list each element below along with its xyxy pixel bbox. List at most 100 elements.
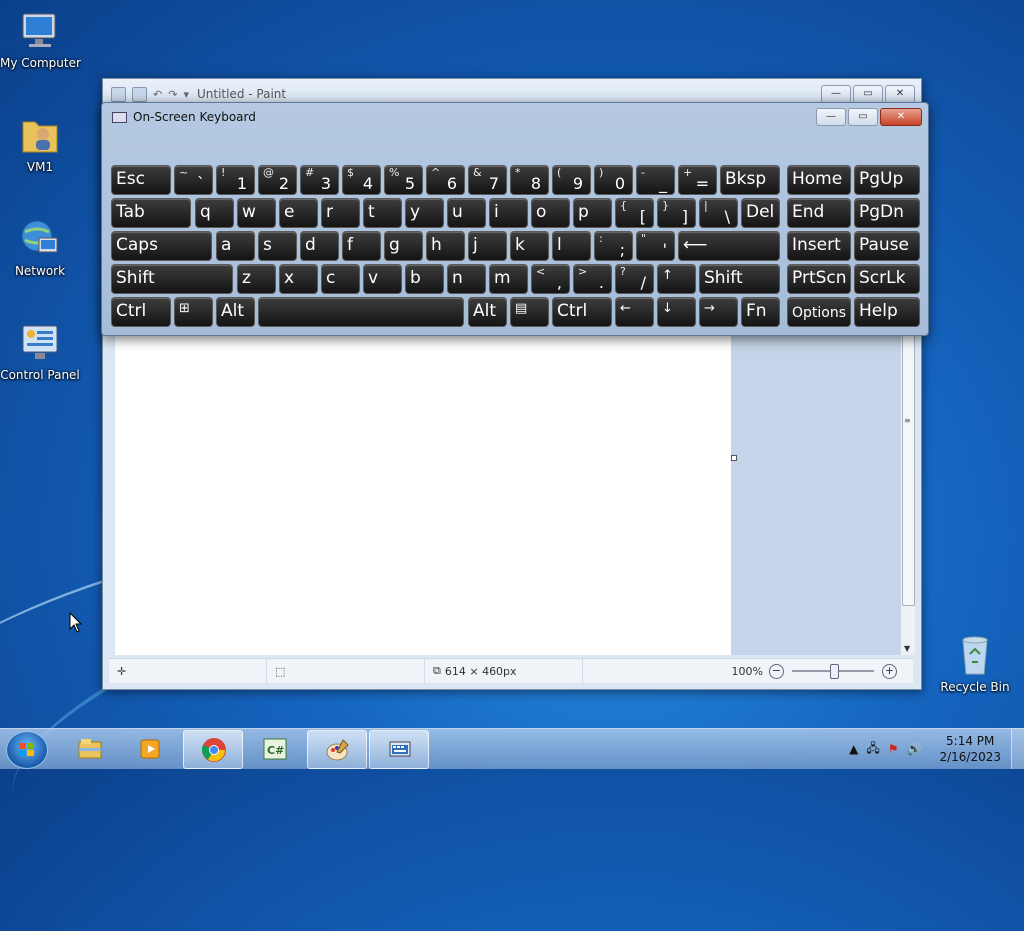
osk-key-8[interactable]: * 8	[510, 165, 549, 195]
osk-key-k3-8[interactable]: <,	[531, 264, 570, 294]
osk-key-g[interactable]: g	[384, 231, 423, 261]
osk-key-k4-5[interactable]: ▤	[510, 297, 549, 327]
osk-key-f[interactable]: f	[342, 231, 381, 261]
osk-close-button[interactable]: ✕	[880, 108, 922, 126]
network-status-icon[interactable]: 🖧	[866, 739, 879, 760]
osk-key-k1-13[interactable]: | \	[699, 198, 738, 228]
scrollbar-thumb[interactable]	[902, 334, 915, 606]
osk-key-3[interactable]: #3	[300, 165, 339, 195]
undo-icon[interactable]: ↶	[153, 88, 162, 101]
osk-key-4[interactable]: $4	[342, 165, 381, 195]
desktop-icon-vm1[interactable]: VM1	[0, 112, 80, 174]
osk-key-del[interactable]: Del	[741, 198, 780, 228]
osk-key-6[interactable]: ^ 6	[426, 165, 465, 195]
paint-close-button[interactable]: ✕	[885, 84, 915, 104]
osk-key-pgdn[interactable]: PgDn	[854, 198, 920, 228]
osk-key-ctrl[interactable]: Ctrl	[552, 297, 612, 327]
osk-key-k2-12[interactable]: ⟵	[678, 231, 780, 261]
vertical-scrollbar[interactable]: ≡ ▼	[900, 334, 915, 655]
osk-key-c[interactable]: c	[321, 264, 360, 294]
osk-key-pgup[interactable]: PgUp	[854, 165, 920, 195]
osk-key-k0-12[interactable]: - _	[636, 165, 675, 195]
osk-key-0[interactable]: ) 0	[594, 165, 633, 195]
osk-key-esc[interactable]: Esc	[111, 165, 171, 195]
osk-key-options[interactable]: Options	[787, 297, 851, 327]
osk-key-home[interactable]: Home	[787, 165, 851, 195]
osk-key-k0-1[interactable]: ~ `	[174, 165, 213, 195]
osk-key-k3-9[interactable]: >.	[573, 264, 612, 294]
desktop-icon-control-panel[interactable]: Control Panel	[0, 320, 80, 382]
clock[interactable]: 5:14 PM 2/16/2023	[939, 733, 1001, 765]
taskbar-chrome[interactable]	[183, 730, 243, 769]
osk-key-9[interactable]: (9	[552, 165, 591, 195]
osk-key-e[interactable]: e	[279, 198, 318, 228]
osk-key-shift[interactable]: Shift	[111, 264, 233, 294]
osk-key-7[interactable]: & 7	[468, 165, 507, 195]
osk-key-v[interactable]: v	[363, 264, 402, 294]
osk-key-p[interactable]: p	[573, 198, 612, 228]
zoom-slider[interactable]	[792, 664, 874, 679]
osk-key-prtscn[interactable]: PrtScn	[787, 264, 851, 294]
osk-key-insert[interactable]: Insert	[787, 231, 851, 261]
osk-key-q[interactable]: q	[195, 198, 234, 228]
osk-key-pause[interactable]: Pause	[854, 231, 920, 261]
customize-dropdown-icon[interactable]: ▾	[183, 88, 189, 101]
canvas-resize-handle[interactable]	[731, 455, 737, 461]
osk-key-fn[interactable]: Fn	[741, 297, 780, 327]
osk-key-scrlk[interactable]: ScrLk	[854, 264, 920, 294]
osk-key-k2-10[interactable]: :;	[594, 231, 633, 261]
redo-icon[interactable]: ↷	[168, 88, 177, 101]
zoom-in-button[interactable]: +	[882, 663, 897, 679]
osk-key-end[interactable]: End	[787, 198, 851, 228]
osk-key-y[interactable]: y	[405, 198, 444, 228]
taskbar-csharp[interactable]: C#	[245, 730, 303, 767]
osk-key-bksp[interactable]: Bksp	[720, 165, 780, 195]
osk-key-k3-10[interactable]: ? /	[615, 264, 654, 294]
osk-key-shift[interactable]: Shift	[699, 264, 780, 294]
osk-key-k1-11[interactable]: {[	[615, 198, 654, 228]
osk-key-5[interactable]: % 5	[384, 165, 423, 195]
osk-key-k4-7[interactable]: ←	[615, 297, 654, 327]
osk-key-ctrl[interactable]: Ctrl	[111, 297, 171, 327]
osk-key-h[interactable]: h	[426, 231, 465, 261]
osk-key-d[interactable]: d	[300, 231, 339, 261]
osk-key-2[interactable]: @2	[258, 165, 297, 195]
show-desktop-button[interactable]	[1011, 729, 1024, 769]
osk-key-m[interactable]: m	[489, 264, 528, 294]
osk-key-k[interactable]: k	[510, 231, 549, 261]
osk-key-alt[interactable]: Alt	[468, 297, 507, 327]
osk-key-i[interactable]: i	[489, 198, 528, 228]
osk-key-k4-9[interactable]: →	[699, 297, 738, 327]
osk-key-space[interactable]	[258, 297, 464, 327]
drawing-canvas[interactable]	[115, 334, 731, 655]
desktop-icon-my-computer[interactable]: My Computer	[0, 8, 81, 70]
osk-key-help[interactable]: Help	[854, 297, 920, 327]
osk-key-tab[interactable]: Tab	[111, 198, 191, 228]
volume-icon[interactable]: 🔊	[907, 742, 922, 756]
osk-key-k0-13[interactable]: + =	[678, 165, 717, 195]
paint-maximize-button[interactable]: ▭	[853, 84, 883, 104]
osk-title-bar[interactable]: On-Screen Keyboard — ▭ ✕	[102, 103, 928, 131]
scroll-down-icon[interactable]: ▼	[904, 644, 910, 653]
taskbar-media-player[interactable]	[121, 730, 179, 767]
osk-key-b[interactable]: b	[405, 264, 444, 294]
osk-key-t[interactable]: t	[363, 198, 402, 228]
desktop-icon-recycle-bin[interactable]: Recycle Bin	[935, 632, 1015, 694]
taskbar-paint[interactable]	[307, 730, 367, 769]
osk-key-k4-8[interactable]: ↓	[657, 297, 696, 327]
show-hidden-icons-icon[interactable]: ▲	[849, 742, 858, 756]
osk-maximize-button[interactable]: ▭	[848, 108, 878, 126]
paint-minimize-button[interactable]: —	[821, 84, 851, 104]
osk-key-a[interactable]: a	[216, 231, 255, 261]
osk-key-k4-1[interactable]: ⊞	[174, 297, 213, 327]
osk-key-1[interactable]: ! 1	[216, 165, 255, 195]
start-button[interactable]	[6, 731, 48, 769]
save-icon[interactable]	[132, 86, 147, 102]
osk-key-l[interactable]: l	[552, 231, 591, 261]
osk-key-r[interactable]: r	[321, 198, 360, 228]
osk-key-s[interactable]: s	[258, 231, 297, 261]
taskbar-on-screen-keyboard[interactable]	[369, 730, 429, 769]
paint-app-icon[interactable]	[111, 86, 126, 102]
osk-key-k3-11[interactable]: ↑	[657, 264, 696, 294]
zoom-out-button[interactable]: −	[769, 663, 784, 679]
